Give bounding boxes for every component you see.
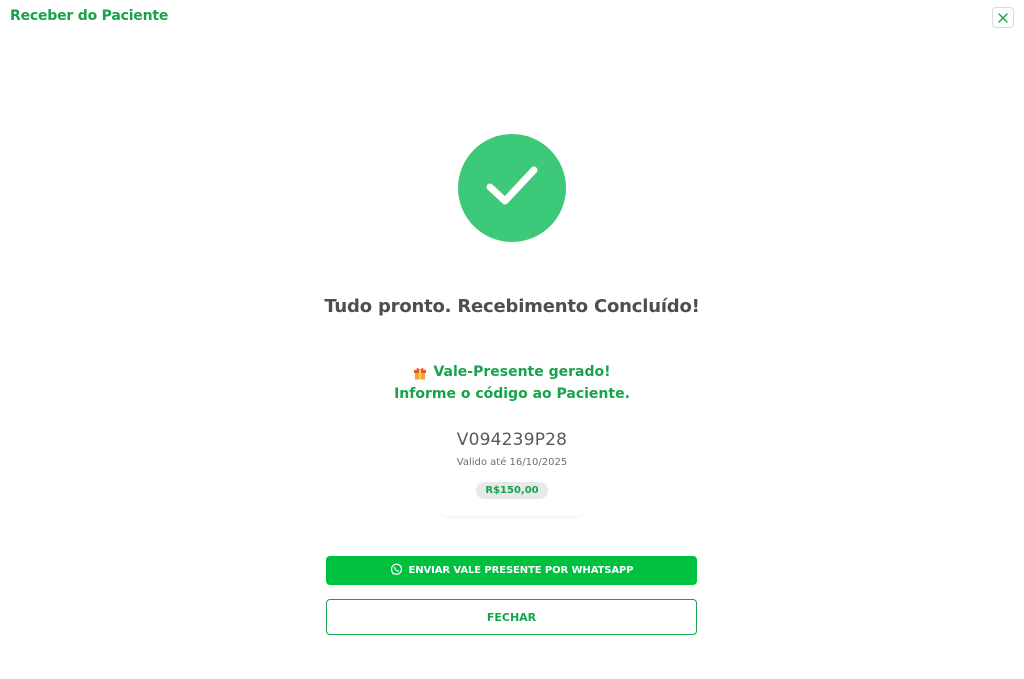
gift-message: Vale-Presente gerado! Informe o código a… — [0, 361, 1024, 405]
close-dialog-button[interactable]: FECHAR — [326, 599, 697, 635]
voucher-valid-until: Valido até 16/10/2025 — [456, 457, 568, 468]
receive-dialog: Receber do Paciente Tudo pronto. Recebim… — [0, 0, 1024, 679]
close-button[interactable] — [992, 7, 1014, 28]
close-dialog-label: FECHAR — [486, 610, 537, 624]
success-badge — [458, 134, 566, 242]
dialog-title: Receber do Paciente — [10, 8, 169, 24]
gift-instruction-text: Informe o código ao Paciente. — [394, 386, 630, 402]
close-icon — [998, 8, 1008, 27]
send-whatsapp-button[interactable]: ENVIAR VALE PRESENTE POR WHATSAPP — [326, 556, 697, 585]
voucher-amount-badge: R$150,00 — [476, 482, 548, 499]
send-whatsapp-label: ENVIAR VALE PRESENTE POR WHATSAPP — [408, 565, 634, 576]
success-headline: Tudo pronto. Recebimento Concluído! — [324, 296, 700, 317]
voucher-code: V094239P28 — [456, 430, 568, 450]
check-icon — [485, 164, 539, 212]
voucher-card: V094239P28 Valido até 16/10/2025 R$150,0… — [439, 422, 585, 516]
whatsapp-icon — [390, 563, 403, 579]
gift-generated-text: Vale-Presente gerado! — [433, 364, 611, 380]
gift-icon — [413, 365, 427, 380]
